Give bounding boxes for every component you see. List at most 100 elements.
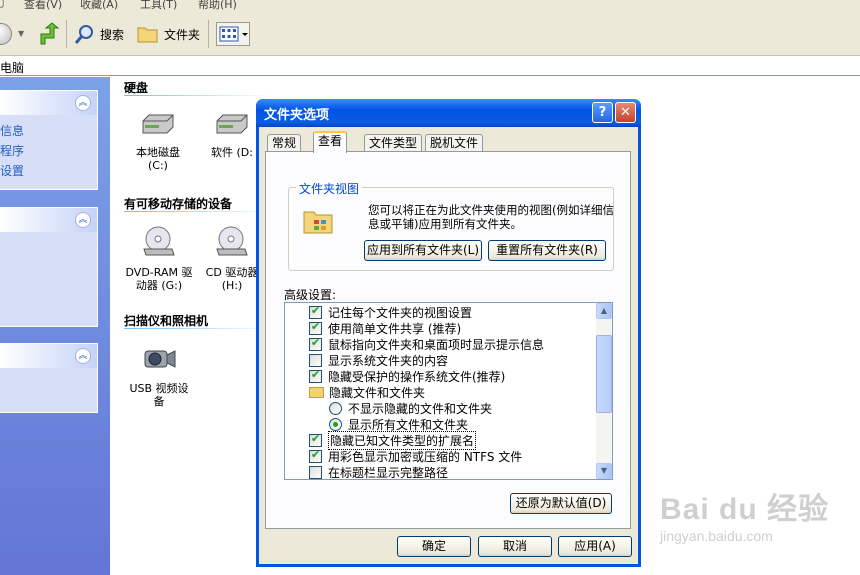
checkbox[interactable]	[309, 448, 322, 463]
setting-row[interactable]: 隐藏受保护的操作系统文件(推荐)	[309, 368, 612, 384]
radio-button[interactable]	[329, 417, 342, 431]
collapse-chevron-icon[interactable]: ︽	[75, 95, 91, 111]
help-button[interactable]: ?	[592, 102, 613, 123]
task-panel-system: ︽ 信息 程序 设置	[0, 90, 98, 190]
drive-d-label: 软件 (D:	[211, 146, 253, 159]
task-panel-header[interactable]: ︽	[0, 344, 97, 368]
folder-icon	[137, 27, 158, 43]
apply-to-all-folders-button[interactable]: 应用到所有文件夹(L)	[364, 240, 482, 261]
setting-row[interactable]: 不显示隐藏的文件和文件夹	[329, 400, 612, 416]
ok-button[interactable]: 确定	[397, 536, 471, 557]
drive-d[interactable]: 软件 (D:	[204, 113, 260, 159]
folder-icon	[309, 386, 324, 398]
dialog-title-bar[interactable]: 文件夹选项 ? ✕	[256, 99, 641, 127]
toolbar-separator	[208, 20, 209, 48]
checkbox[interactable]	[309, 368, 322, 383]
setting-row[interactable]: 在标题栏显示完整路径	[309, 464, 612, 479]
task-panel-details: ︽	[0, 343, 98, 413]
explorer-content: 硬盘 本地磁盘 (C:) 软件 (D: 有可移动存储的设备 DVD-RAM 驱 …	[110, 77, 274, 575]
tab-general[interactable]: 常规	[267, 134, 302, 152]
address-text: 电脑	[0, 61, 25, 75]
search-label: 搜索	[100, 27, 125, 42]
task-panel-other: ︽	[0, 207, 98, 327]
watermark-brand: Bai du 经验	[660, 493, 830, 526]
folders-button[interactable]: 文件夹	[136, 23, 200, 45]
task-panel-header[interactable]: ︽	[0, 208, 97, 232]
setting-label: 不显示隐藏的文件和文件夹	[348, 401, 493, 416]
scroll-thumb[interactable]	[596, 335, 612, 413]
checkbox[interactable]	[309, 320, 322, 335]
radio-button[interactable]	[329, 401, 342, 415]
setting-row[interactable]: 鼠标指向文件夹和桌面项时显示提示信息	[309, 336, 612, 352]
restore-defaults-button[interactable]: 还原为默认值(D)	[510, 493, 612, 514]
checkbox[interactable]	[309, 304, 322, 319]
search-icon	[74, 25, 93, 44]
folder-views-legend: 文件夹视图	[296, 180, 363, 197]
dvd-drive-icon	[143, 226, 175, 256]
address-bar[interactable]: 电脑	[0, 56, 860, 76]
drive-g-label2: 动器 (G:)	[135, 279, 183, 292]
settings-scrollbar[interactable]: ▲ ▼	[596, 303, 612, 479]
baidu-watermark: Bai du 经验 jingyan.baidu.com	[660, 484, 829, 544]
task-link-settings[interactable]: 设置	[0, 161, 97, 181]
usb-video-label1: USB 视频设	[129, 382, 189, 395]
views-button[interactable]	[216, 22, 250, 46]
back-dropdown-icon[interactable]: ▼	[18, 29, 24, 38]
scroll-down-icon[interactable]: ▼	[596, 463, 612, 479]
collapse-chevron-icon[interactable]: ︽	[75, 212, 91, 228]
setting-row[interactable]: 显示系统文件夹的内容	[309, 352, 612, 368]
setting-row-focused[interactable]: 隐藏已知文件类型的扩展名	[309, 430, 612, 450]
menu-item-tools[interactable]: 工具(T)	[140, 0, 177, 12]
setting-label: 隐藏受保护的操作系统文件(推荐)	[328, 369, 506, 384]
usb-video-label2: 备	[153, 395, 165, 408]
checkbox[interactable]	[309, 353, 322, 367]
watermark-url: jingyan.baidu.com	[660, 528, 773, 544]
task-pane: ︽ 信息 程序 设置 ︽ ︽	[0, 77, 110, 575]
setting-row[interactable]: 记住每个文件夹的视图设置	[309, 304, 612, 320]
drive-h-label2: (H:)	[221, 279, 243, 292]
folder-options-dialog: 文件夹选项 ? ✕ 常规 查看 文件类型 脱机文件 文件夹视图 您可以将正在为此…	[256, 99, 641, 567]
dialog-title: 文件夹选项	[264, 108, 330, 123]
tab-file-types[interactable]: 文件类型	[364, 134, 423, 152]
checkbox[interactable]	[309, 432, 322, 447]
task-link-programs[interactable]: 程序	[0, 141, 97, 161]
menu-item-help[interactable]: 帮助(H)	[198, 0, 237, 12]
folders-label: 文件夹	[164, 27, 201, 42]
setting-row[interactable]: 使用简单文件共享 (推荐)	[309, 320, 612, 336]
menu-item-view[interactable]: 查看(V)	[24, 0, 62, 12]
cd-drive-icon	[216, 226, 248, 256]
task-link-info[interactable]: 信息	[0, 121, 97, 141]
tab-offline-files[interactable]: 脱机文件	[425, 134, 484, 152]
scroll-up-icon[interactable]: ▲	[596, 303, 612, 319]
menu-item-edit-partial[interactable]: ▢	[0, 0, 4, 9]
reset-all-folders-button[interactable]: 重置所有文件夹(R)	[488, 240, 606, 261]
setting-label: 使用简单文件共享 (推荐)	[328, 321, 462, 336]
search-button[interactable]: 搜索	[74, 23, 124, 45]
setting-label: 用彩色显示加密或压缩的 NTFS 文件	[328, 449, 523, 464]
explorer-toolbar: ▼ 搜索 文件夹	[0, 12, 860, 56]
close-button[interactable]: ✕	[615, 102, 636, 123]
group-title-removable: 有可移动存储的设备	[124, 197, 233, 211]
menu-item-favorites[interactable]: 收藏(A)	[80, 0, 118, 12]
collapse-chevron-icon[interactable]: ︽	[75, 348, 91, 364]
checkbox[interactable]	[309, 336, 322, 351]
drive-h-label1: CD 驱动器	[205, 266, 259, 279]
up-folder-icon[interactable]	[38, 22, 60, 46]
checkbox[interactable]	[309, 465, 322, 479]
back-icon[interactable]	[0, 23, 12, 45]
advanced-settings-list[interactable]: 记住每个文件夹的视图设置 使用简单文件共享 (推荐) 鼠标指向文件夹和桌面项时显…	[284, 302, 613, 480]
drive-h[interactable]: CD 驱动器 (H:)	[202, 225, 262, 292]
drive-c[interactable]: 本地磁盘 (C:)	[132, 113, 184, 172]
tab-view[interactable]: 查看	[313, 131, 348, 153]
folder-view-icon	[303, 211, 333, 234]
usb-video-device[interactable]: USB 视频设 备	[124, 343, 194, 408]
task-panel-header[interactable]: ︽	[0, 91, 97, 115]
drive-g[interactable]: DVD-RAM 驱 动器 (G:)	[124, 225, 194, 292]
setting-label: 鼠标指向文件夹和桌面项时显示提示信息	[328, 337, 545, 352]
group-title-scanners: 扫描仪和照相机	[124, 314, 209, 328]
apply-button[interactable]: 应用(A)	[558, 536, 632, 557]
camera-icon	[144, 350, 176, 368]
setting-row[interactable]: 用彩色显示加密或压缩的 NTFS 文件	[309, 448, 612, 464]
dialog-client: 常规 查看 文件类型 脱机文件 文件夹视图 您可以将正在为此文件夹使用的视图(例…	[259, 127, 638, 564]
cancel-button[interactable]: 取消	[478, 536, 552, 557]
